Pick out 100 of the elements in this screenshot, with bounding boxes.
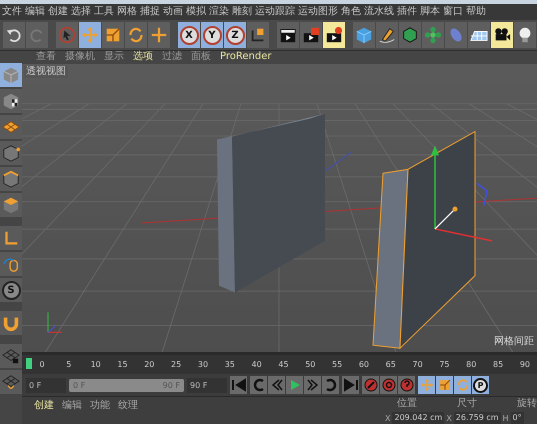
menu-item[interactable]: 运动图形 xyxy=(298,6,338,18)
menu-item[interactable]: 角色 xyxy=(341,6,361,18)
solo-button[interactable]: S xyxy=(0,278,22,302)
scale-icon xyxy=(104,26,122,44)
frame-tick-label: 55 xyxy=(331,360,344,370)
menu-item[interactable]: 渲染 xyxy=(209,6,229,18)
frame-tick-label: 25 xyxy=(170,360,182,370)
grid-icon xyxy=(2,118,20,136)
viewport-menu-item[interactable]: 选项 xyxy=(133,51,153,64)
next-frame-button[interactable] xyxy=(304,376,321,394)
parameter-key-button[interactable]: P xyxy=(472,376,489,394)
tool-button[interactable] xyxy=(376,22,398,48)
axis-indicator xyxy=(48,312,62,333)
panel-tab[interactable]: 功能 xyxy=(90,400,110,424)
end-frame-field[interactable]: 90 F xyxy=(187,378,227,393)
coordinate-field[interactable]: 209.042 cm xyxy=(392,412,444,424)
tool-button[interactable] xyxy=(399,22,421,48)
menu-item[interactable]: 运动跟踪 xyxy=(255,6,295,18)
viewport-menu-item[interactable]: ProRender xyxy=(220,51,272,64)
coordinate-field[interactable]: 26.759 cm xyxy=(454,412,501,424)
menu-item[interactable]: 流水线 xyxy=(364,6,394,18)
menu-item[interactable]: 文件 xyxy=(2,6,22,18)
play-button[interactable] xyxy=(286,376,303,394)
frame-tick-label: 20 xyxy=(143,360,156,370)
axis-lock-button[interactable]: Y xyxy=(201,22,223,48)
frame-tick-label: 85 xyxy=(492,360,504,370)
cube-points-icon xyxy=(2,144,20,162)
menu-item[interactable]: 窗口 xyxy=(443,6,463,18)
tool-button[interactable] xyxy=(0,167,22,191)
checker-cube-icon xyxy=(2,92,20,110)
playhead-marker[interactable] xyxy=(26,358,32,370)
frame-tick-label: 5 xyxy=(65,360,72,370)
tool-button[interactable] xyxy=(277,22,299,48)
frame-tick-label: 15 xyxy=(116,360,128,370)
menu-item[interactable]: 脚本 xyxy=(420,6,440,18)
loop-back-icon xyxy=(252,378,266,392)
grid-icon xyxy=(2,373,20,391)
frame-tick-label: 35 xyxy=(224,360,236,370)
next-key-button[interactable] xyxy=(322,376,339,394)
menu-item[interactable]: 插件 xyxy=(397,6,417,18)
menu-item[interactable]: 工具 xyxy=(94,6,114,18)
coordinate-header: 位置 xyxy=(397,398,417,410)
tool-button[interactable] xyxy=(468,22,490,48)
menu-item[interactable]: 捕捉 xyxy=(140,6,160,18)
clapboard-icon xyxy=(302,26,320,44)
axis-lock-button[interactable]: X xyxy=(178,22,200,48)
menu-item[interactable]: 选择 xyxy=(71,6,91,18)
axis-lock-button[interactable]: Z xyxy=(224,22,246,48)
selected-box-object[interactable] xyxy=(372,130,476,350)
tool-button[interactable] xyxy=(300,22,322,48)
frame-tick-label: 50 xyxy=(304,360,316,370)
skip-end-icon xyxy=(344,378,358,392)
menu-item[interactable]: 编辑 xyxy=(25,6,45,18)
go-to-end-button[interactable] xyxy=(342,376,359,394)
menu-item[interactable]: 帮助 xyxy=(466,6,486,18)
axis-label: X xyxy=(446,414,452,422)
go-to-start-button[interactable] xyxy=(230,376,247,394)
frame-tick-label: 0 xyxy=(38,360,46,370)
step-back-icon xyxy=(270,378,284,392)
key-tool-button[interactable] xyxy=(454,376,471,394)
key-tool-button[interactable] xyxy=(436,376,453,394)
keyframe-help-button[interactable] xyxy=(398,376,415,394)
skip-start-icon xyxy=(232,378,246,392)
record-key-button[interactable] xyxy=(362,376,379,394)
frame-tick-label: 45 xyxy=(277,360,290,370)
panel-tab[interactable]: 编辑 xyxy=(62,400,82,424)
panel-tab[interactable]: 创建 xyxy=(34,400,54,424)
frame-tick-label: 40 xyxy=(250,360,263,370)
panel-tab[interactable]: 纹理 xyxy=(118,400,138,424)
tool-button[interactable] xyxy=(323,22,345,48)
axis-label: X xyxy=(385,414,390,422)
previous-key-button[interactable] xyxy=(250,376,267,394)
clapboard-icon xyxy=(325,26,343,44)
key-tool-button[interactable] xyxy=(418,376,435,394)
frame-tick-label: 10 xyxy=(90,360,102,370)
previous-frame-button[interactable] xyxy=(268,376,285,394)
plus-icon xyxy=(150,26,168,44)
move-gizmo[interactable] xyxy=(431,145,492,242)
record-icon xyxy=(364,378,378,392)
pen-icon xyxy=(378,26,396,44)
menu-item[interactable]: 网格 xyxy=(117,6,137,18)
tool-button[interactable] xyxy=(0,89,22,113)
menu-item[interactable]: 雕刻 xyxy=(232,6,252,18)
rotate-icon xyxy=(456,378,470,392)
box-object[interactable] xyxy=(217,114,325,292)
menu-item[interactable]: 动画 xyxy=(163,6,183,18)
viewport[interactable]: 透视视图 网格间距 xyxy=(22,64,537,352)
viewport-label: 透视视图 xyxy=(24,66,68,78)
timeline-ruler[interactable]: 0 5 10 15 20 25 30 35 40 45 50 55 60 65 70 75 80 85 90 xyxy=(22,352,537,374)
frame-tick-label: 90 xyxy=(518,360,531,370)
loop-forward-icon xyxy=(324,378,338,392)
start-frame-field[interactable]: 0 F xyxy=(26,378,66,393)
tool-button[interactable] xyxy=(247,22,269,48)
tool-button[interactable] xyxy=(491,22,513,48)
subdivision-icon xyxy=(401,26,419,44)
menu-item[interactable]: 模拟 xyxy=(186,6,206,18)
menu-item[interactable]: 创建 xyxy=(48,6,68,18)
grid-lock-icon xyxy=(2,347,20,365)
auto-key-button[interactable] xyxy=(380,376,397,394)
coordinate-field[interactable]: 0° xyxy=(510,412,524,424)
